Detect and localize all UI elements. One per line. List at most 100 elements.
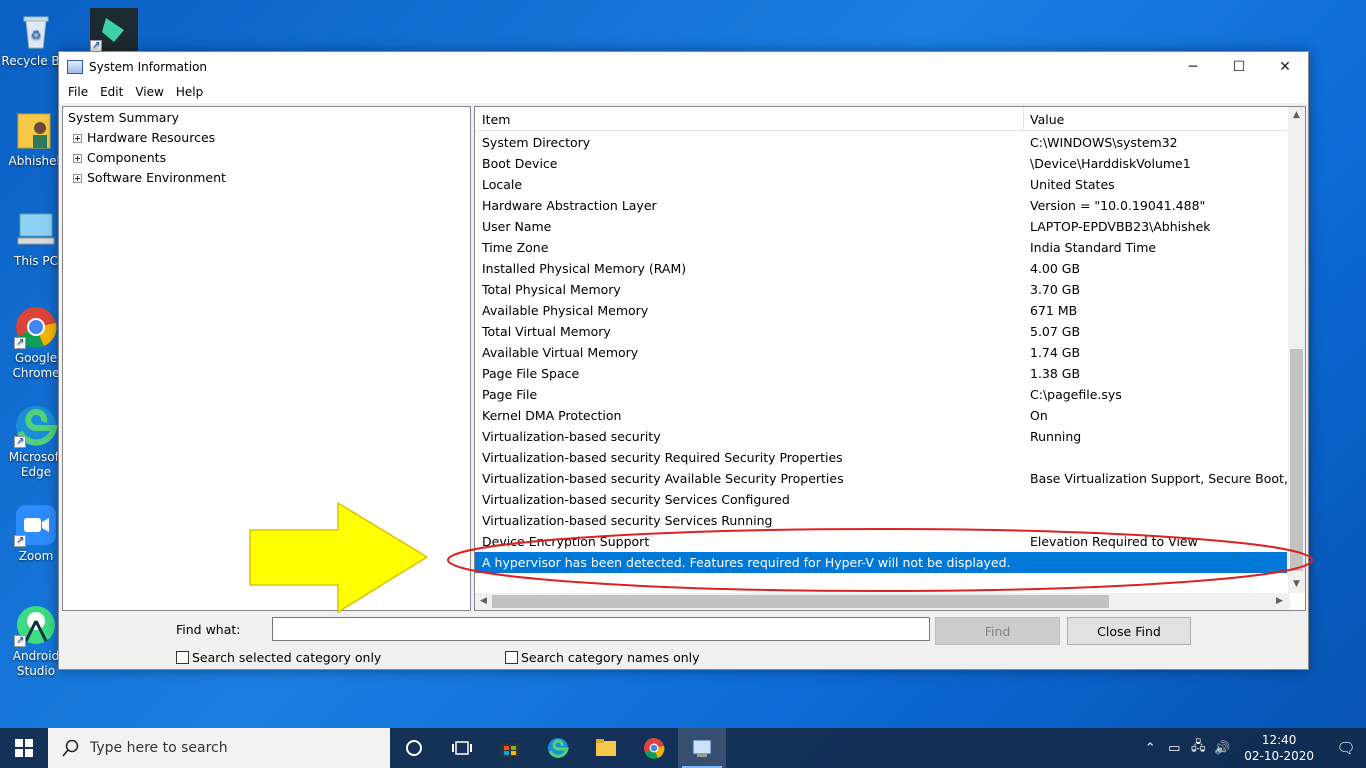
system-information-icon bbox=[692, 739, 712, 757]
scroll-up-icon[interactable]: ▲ bbox=[1288, 107, 1305, 124]
list-row[interactable]: Hardware Abstraction Layer Version = "10.… bbox=[475, 195, 1287, 216]
row-item: Page File Space bbox=[482, 366, 580, 381]
menu-view[interactable]: View bbox=[129, 85, 169, 99]
vertical-scrollbar[interactable]: ▲ ▼ bbox=[1288, 107, 1305, 593]
close-button[interactable]: ✕ bbox=[1262, 52, 1308, 81]
store-button[interactable] bbox=[486, 728, 534, 768]
taskbar: Type here to search ⌃ ▭ 🖧 🔊 12:40 02-10-… bbox=[0, 728, 1366, 768]
shortcut-arrow-icon bbox=[14, 533, 26, 548]
battery-icon[interactable]: ▭ bbox=[1162, 741, 1186, 756]
minimize-button[interactable]: ─ bbox=[1170, 52, 1216, 81]
list-row[interactable]: Virtualization-based security Available … bbox=[475, 468, 1287, 489]
vertical-scroll-thumb[interactable] bbox=[1290, 349, 1303, 571]
maximize-button[interactable]: ☐ bbox=[1216, 52, 1262, 81]
android-studio-icon bbox=[14, 603, 58, 648]
list-row[interactable]: Virtualization-based security Services R… bbox=[475, 510, 1287, 531]
filmora-icon bbox=[90, 8, 138, 53]
search-placeholder: Type here to search bbox=[90, 740, 228, 756]
notifications-icon[interactable]: 🗨 bbox=[1326, 739, 1366, 757]
cortana-button[interactable] bbox=[390, 728, 438, 768]
list-row[interactable]: Total Physical Memory 3.70 GB bbox=[475, 279, 1287, 300]
desktop-icon-filmora[interactable] bbox=[76, 8, 148, 54]
expand-icon[interactable] bbox=[73, 174, 82, 183]
row-item: Device Encryption Support bbox=[482, 534, 650, 549]
row-item: Kernel DMA Protection bbox=[482, 408, 622, 423]
find-what-input[interactable] bbox=[272, 617, 930, 641]
list-row[interactable]: Kernel DMA Protection On bbox=[475, 405, 1287, 426]
edge-taskbar-button[interactable] bbox=[534, 728, 582, 768]
checkbox-box[interactable] bbox=[176, 651, 189, 664]
list-row[interactable]: Virtualization-based security Running bbox=[475, 426, 1287, 447]
search-selected-category-checkbox[interactable]: Search selected category only bbox=[176, 650, 381, 665]
list-row[interactable]: Device Encryption Support Elevation Requi… bbox=[475, 531, 1287, 552]
tree-item-components[interactable]: Components bbox=[73, 149, 166, 167]
column-separator[interactable] bbox=[1023, 107, 1024, 131]
horizontal-scroll-thumb[interactable] bbox=[492, 595, 1109, 608]
list-row[interactable]: Locale United States bbox=[475, 174, 1287, 195]
list-row[interactable]: Total Virtual Memory 5.07 GB bbox=[475, 321, 1287, 342]
list-row[interactable]: Page File Space 1.38 GB bbox=[475, 363, 1287, 384]
row-value: India Standard Time bbox=[1030, 240, 1157, 255]
expand-icon[interactable] bbox=[73, 154, 82, 163]
task-view-button[interactable] bbox=[438, 728, 486, 768]
list-row[interactable]: Available Virtual Memory 1.74 GB bbox=[475, 342, 1287, 363]
title-bar[interactable]: System Information ─ ☐ ✕ bbox=[59, 52, 1308, 81]
expand-icon[interactable] bbox=[73, 134, 82, 143]
category-tree[interactable]: System Summary Hardware Resources Compon… bbox=[62, 106, 471, 611]
menu-edit[interactable]: Edit bbox=[94, 85, 129, 99]
clock[interactable]: 12:40 02-10-2020 bbox=[1244, 732, 1314, 764]
list-row[interactable]: User Name LAPTOP-EPDVBB23\Abhishek bbox=[475, 216, 1287, 237]
tree-item-hardware-resources[interactable]: Hardware Resources bbox=[73, 129, 215, 147]
column-header-value[interactable]: Value bbox=[1030, 112, 1064, 127]
svg-text:♻: ♻ bbox=[31, 28, 42, 42]
taskbar-search-box[interactable]: Type here to search bbox=[48, 728, 390, 768]
edge-icon bbox=[14, 404, 58, 449]
row-value: 3.70 GB bbox=[1030, 282, 1081, 297]
list-row[interactable]: Time Zone India Standard Time bbox=[475, 237, 1287, 258]
checkbox-box[interactable] bbox=[505, 651, 518, 664]
search-category-names-checkbox[interactable]: Search category names only bbox=[505, 650, 700, 665]
list-row[interactable]: Virtualization-based security Services C… bbox=[475, 489, 1287, 510]
row-value: C:\WINDOWS\system32 bbox=[1030, 135, 1178, 150]
list-row[interactable]: Installed Physical Memory (RAM) 4.00 GB bbox=[475, 258, 1287, 279]
tree-item-software-environment[interactable]: Software Environment bbox=[73, 169, 226, 187]
menu-help[interactable]: Help bbox=[170, 85, 209, 99]
tree-item-system-summary[interactable]: System Summary bbox=[68, 109, 179, 127]
start-button[interactable] bbox=[0, 728, 48, 768]
system-information-taskbar-button[interactable] bbox=[678, 728, 726, 768]
horizontal-scrollbar[interactable]: ◀ ▶ bbox=[475, 593, 1290, 610]
chrome-taskbar-button[interactable] bbox=[630, 728, 678, 768]
row-value: 5.07 GB bbox=[1030, 324, 1081, 339]
system-information-window: System Information ─ ☐ ✕ File Edit View … bbox=[58, 51, 1309, 670]
volume-icon[interactable]: 🔊 bbox=[1210, 741, 1234, 756]
tree-item-label: Components bbox=[87, 150, 167, 165]
chevron-up-icon[interactable]: ⌃ bbox=[1138, 741, 1162, 756]
row-item: Boot Device bbox=[482, 156, 558, 171]
file-explorer-button[interactable] bbox=[582, 728, 630, 768]
windows-logo-icon bbox=[15, 739, 33, 757]
list-row[interactable]: Virtualization-based security Required S… bbox=[475, 447, 1287, 468]
details-list[interactable]: Item Value System Directory C:\WINDOWS\sy… bbox=[474, 106, 1306, 611]
list-row[interactable]: System Directory C:\WINDOWS\system32 bbox=[475, 132, 1287, 153]
scroll-left-icon[interactable]: ◀ bbox=[475, 593, 492, 610]
selected-row[interactable]: A hypervisor has been detected. Features… bbox=[475, 552, 1287, 573]
chrome-icon bbox=[14, 305, 58, 350]
row-value: United States bbox=[1030, 177, 1115, 192]
find-button[interactable]: Find bbox=[935, 617, 1060, 645]
clock-time: 12:40 bbox=[1261, 733, 1297, 747]
column-header-item[interactable]: Item bbox=[482, 112, 510, 127]
scroll-down-icon[interactable]: ▼ bbox=[1288, 576, 1305, 593]
shortcut-arrow-icon bbox=[14, 335, 26, 350]
scroll-right-icon[interactable]: ▶ bbox=[1271, 593, 1288, 610]
this-pc-icon bbox=[14, 208, 58, 252]
tree-item-label: Hardware Resources bbox=[87, 130, 216, 145]
close-find-button[interactable]: Close Find bbox=[1067, 617, 1191, 645]
list-row[interactable]: Page File C:\pagefile.sys bbox=[475, 384, 1287, 405]
row-value: \Device\HarddiskVolume1 bbox=[1030, 156, 1191, 171]
list-row[interactable]: Available Physical Memory 671 MB bbox=[475, 300, 1287, 321]
row-value: 1.38 GB bbox=[1030, 366, 1081, 381]
list-row[interactable]: Boot Device \Device\HarddiskVolume1 bbox=[475, 153, 1287, 174]
network-icon[interactable]: 🖧 bbox=[1186, 737, 1210, 759]
row-item: Virtualization-based security Required S… bbox=[482, 450, 843, 465]
menu-file[interactable]: File bbox=[62, 85, 94, 99]
